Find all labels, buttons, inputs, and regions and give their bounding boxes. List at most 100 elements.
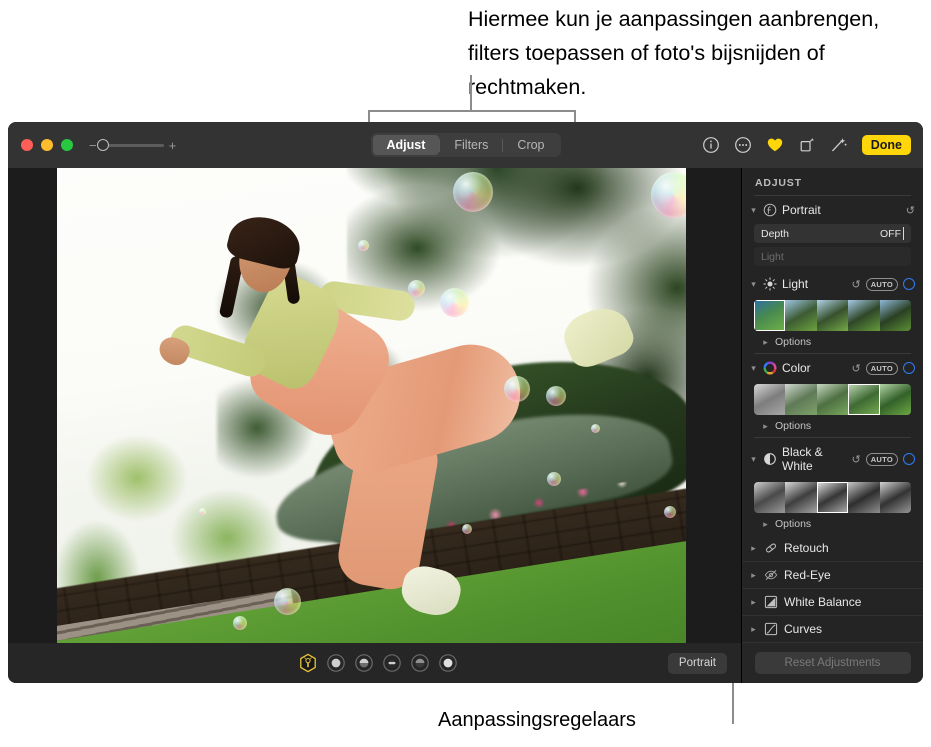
bw-thumb-2[interactable] [816,482,849,513]
soap-bubble-7 [547,472,561,486]
chevron-right-icon[interactable]: ▸ [761,421,770,432]
color-thumb-0[interactable] [754,384,786,415]
bandage-icon [764,541,778,555]
light-thumb-3[interactable] [848,300,880,331]
bw-thumb-3[interactable] [848,482,880,513]
section-color[interactable]: ▾ Color ↺ AUTO [742,354,923,382]
light-thumbnail-strip[interactable] [754,300,911,331]
portrait-light-row[interactable]: Light [754,247,911,266]
section-retouch[interactable]: ▸ Retouch [742,535,923,562]
chevron-right-icon[interactable]: ▸ [749,624,758,635]
chevron-right-icon[interactable]: ▸ [761,519,770,530]
tab-adjust[interactable]: Adjust [372,135,440,155]
zoom-in-icon[interactable]: + [169,139,177,152]
revert-icon[interactable]: ↺ [851,453,860,466]
zoom-slider-knob[interactable] [96,139,109,151]
high-key-light-mono-effect-icon[interactable] [438,653,458,673]
section-white-balance-label: White Balance [784,595,862,609]
portrait-depth-row[interactable]: Depth OFF [754,224,911,243]
portrait-badge[interactable]: Portrait [667,652,727,674]
contrast-circle-icon [763,452,777,466]
stage-light-effect-icon[interactable] [382,653,402,673]
chevron-down-icon[interactable]: ▾ [749,279,758,290]
zoom-window-button[interactable] [61,139,73,151]
enable-toggle-ring[interactable] [903,278,915,290]
color-thumb-3[interactable] [848,384,880,415]
curves-icon [764,622,778,636]
stage-light-mono-effect-icon[interactable] [410,653,430,673]
revert-icon[interactable]: ↺ [851,362,860,375]
favorite-heart-icon[interactable] [766,136,784,154]
bw-thumbnail-strip[interactable] [754,482,911,513]
close-window-button[interactable] [21,139,33,151]
auto-button[interactable]: AUTO [865,277,898,291]
window-toolbar: − + Adjust Filters Crop Done [8,122,923,168]
info-icon[interactable] [702,136,720,154]
portrait-depth-label: Depth [761,227,790,240]
more-options-icon[interactable] [734,136,752,154]
soap-bubble-6 [546,386,566,406]
bw-thumb-4[interactable] [879,482,911,513]
done-button[interactable]: Done [861,135,911,155]
enable-toggle-ring[interactable] [903,453,915,465]
light-thumb-1[interactable] [785,300,817,331]
tab-crop[interactable]: Crop [503,135,558,155]
photo-subject-girl [57,168,686,643]
rotate-icon[interactable] [798,136,816,154]
section-red-eye-label: Red-Eye [784,568,831,582]
soap-bubble-8 [462,524,472,534]
light-thumb-2[interactable] [816,300,849,331]
auto-enhance-wand-icon[interactable] [830,136,848,154]
minimize-window-button[interactable] [41,139,53,151]
subject-raised-shoe [557,299,639,373]
natural-light-effect-icon[interactable] [298,653,318,673]
light-thumb-0[interactable] [754,300,786,331]
reset-adjustments-button[interactable]: Reset Adjustments [754,652,911,674]
chevron-right-icon[interactable]: ▸ [749,570,758,581]
enable-toggle-ring[interactable] [903,362,915,374]
revert-icon[interactable]: ↺ [906,204,915,217]
adjust-sidebar-scroll[interactable]: ADJUST ▾ Portrait ↺ Depth OFF Light ▾ Li… [742,168,923,643]
bw-options-row[interactable]: ▸ Options [742,513,923,535]
section-white-balance[interactable]: ▸ White Balance [742,589,923,616]
section-portrait[interactable]: ▾ Portrait ↺ [742,196,923,224]
auto-button[interactable]: AUTO [865,361,898,375]
chevron-right-icon[interactable]: ▸ [749,597,758,608]
chevron-down-icon[interactable]: ▾ [749,454,758,465]
section-curves-label: Curves [784,622,823,636]
chevron-down-icon[interactable]: ▾ [749,205,758,216]
edited-photo[interactable] [57,168,686,643]
panel-title: ADJUST [755,177,802,189]
bw-thumb-1[interactable] [785,482,817,513]
soap-bubble-0 [453,172,493,212]
contour-light-effect-icon[interactable] [354,653,374,673]
zoom-slider[interactable]: − + [89,139,176,152]
section-red-eye[interactable]: ▸ Red-Eye [742,562,923,589]
section-black-and-white[interactable]: ▾ Black & White ↺ AUTO [742,438,923,480]
chevron-down-icon[interactable]: ▾ [749,363,758,374]
tab-filters[interactable]: Filters [440,135,502,155]
section-curves[interactable]: ▸ Curves [742,616,923,643]
color-thumb-1[interactable] [785,384,817,415]
auto-button[interactable]: AUTO [865,452,898,466]
light-options-row[interactable]: ▸ Options [742,331,923,353]
revert-icon[interactable]: ↺ [851,278,860,291]
color-thumb-4[interactable] [879,384,911,415]
zoom-out-icon[interactable]: − [89,139,97,152]
color-thumb-2[interactable] [816,384,849,415]
studio-light-effect-icon[interactable] [326,653,346,673]
edit-mode-segmented-control[interactable]: Adjust Filters Crop [370,133,561,157]
reset-bar: Reset Adjustments [742,643,923,683]
light-options-label: Options [775,336,812,348]
soap-bubble-5 [504,376,530,402]
zoom-slider-track[interactable] [96,139,164,151]
color-thumbnail-strip[interactable] [754,384,911,415]
callout-bottom-text: Aanpassingsregelaars [438,709,636,731]
light-thumb-4[interactable] [879,300,911,331]
bw-thumb-0[interactable] [754,482,786,513]
chevron-right-icon[interactable]: ▸ [761,337,770,348]
chevron-right-icon[interactable]: ▸ [749,543,758,554]
color-options-row[interactable]: ▸ Options [742,415,923,437]
section-light[interactable]: ▾ Light ↺ AUTO [742,270,923,298]
section-bw-label: Black & White [782,445,823,473]
